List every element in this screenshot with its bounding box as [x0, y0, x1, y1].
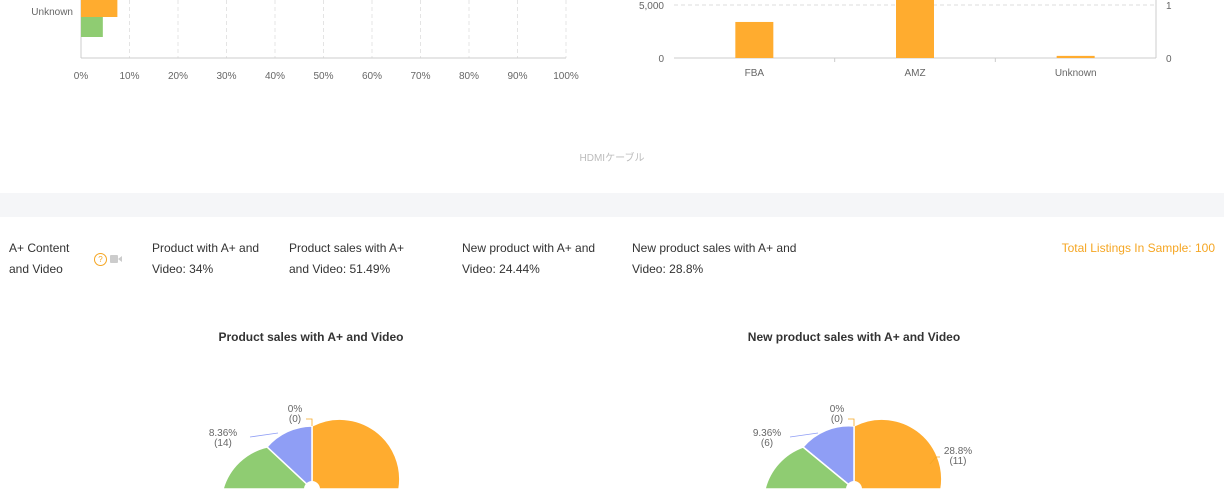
pie-label-count-1: (14) [214, 438, 232, 449]
left-tick-5000: 5,000 [639, 1, 664, 12]
pie-slice-orange [853, 418, 943, 489]
leader-line-0 [306, 418, 313, 426]
bar-unknown [1056, 55, 1095, 58]
bars [735, 0, 1095, 58]
x-category-label: FBA [745, 68, 765, 79]
leader-line-0 [848, 418, 855, 426]
pie-label-count-0: (0) [289, 414, 301, 425]
total-listings: Total Listings In Sample: 100 [1061, 241, 1215, 255]
top-left-bar-chart: Unknown 0% 10% 20% 30% 40% 50% 60% 70% 80% 90% 100… [31, 0, 579, 82]
x-tick-label: 0% [74, 71, 89, 82]
x-tick-label: 90% [507, 71, 527, 82]
left-tick-0: 0 [658, 54, 664, 65]
pie-title-new-product-sales: New product sales with A+ and Video [747, 330, 961, 344]
x-tick-label: 10% [119, 71, 139, 82]
pie-label-count-0: (0) [831, 414, 843, 425]
pie-chart-product-sales: 0% (0) 8.36% (14) [209, 404, 401, 489]
x-gridlines [129, 0, 567, 58]
x-category-label: Unknown [1055, 68, 1097, 79]
help-icon[interactable]: ? [94, 253, 107, 266]
x-tick-labels: 0% 10% 20% 30% 40% 50% 60% 70% 80% 90% 100% [74, 71, 579, 82]
leader-line-1 [249, 432, 279, 438]
category-label-unknown: Unknown [31, 7, 73, 18]
stat-new-product-aplus: New product with A+ and Video: 24.44% [462, 241, 596, 276]
pie-slice-orange [311, 418, 401, 489]
aplus-section-label: A+ Content and Video [9, 241, 70, 276]
right-tick-0: 0 [1166, 54, 1172, 65]
bar-orange [81, 0, 118, 17]
bar-fba [735, 21, 774, 58]
x-category-labels: FBA AMZ Unknown [745, 58, 1097, 79]
pie-label-count-1: (6) [761, 438, 773, 449]
x-tick-label: 100% [553, 71, 579, 82]
video-icon [110, 255, 122, 263]
bar-green [81, 17, 103, 37]
right-tick-1: 1 [1166, 1, 1172, 12]
x-tick-label: 80% [459, 71, 479, 82]
x-tick-label: 40% [265, 71, 285, 82]
pie-chart-new-product-sales: 0% (0) 9.36% (6) 28.8% (11) [753, 404, 972, 489]
x-tick-label: 60% [362, 71, 382, 82]
x-tick-label: 70% [410, 71, 430, 82]
stat-product-aplus: Product with A+ and Video: 34% [152, 241, 260, 276]
stat-product-sales-aplus: Product sales with A+ and Video: 51.49% [289, 241, 405, 276]
bar-amz [896, 0, 934, 58]
bars [81, 0, 118, 37]
x-tick-label: 50% [313, 71, 333, 82]
keyword-label: HDMIケーブル [579, 153, 645, 164]
stat-new-product-sales-aplus: New product sales with A+ and Video: 28.… [632, 241, 797, 276]
pie-title-product-sales: Product sales with A+ and Video [218, 330, 404, 344]
section-divider [0, 193, 1224, 217]
top-right-bar-chart: 5,000 0 1 0 FBA AMZ Unknown [639, 0, 1172, 79]
x-category-label: AMZ [904, 68, 925, 79]
x-tick-label: 20% [168, 71, 188, 82]
x-tick-label: 30% [216, 71, 236, 82]
pie-label-count-2: (11) [949, 456, 966, 467]
